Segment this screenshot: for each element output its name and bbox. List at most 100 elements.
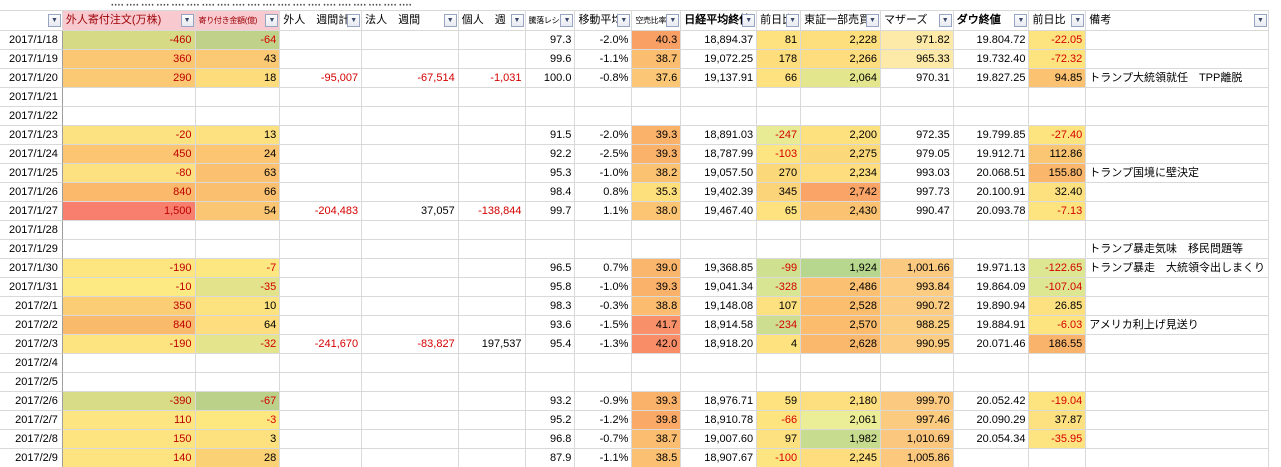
filter-dropdown-icon[interactable]: ▼ [1071, 14, 1084, 27]
cell-nikkei-close[interactable] [681, 240, 757, 259]
cell-karauri-hiritsu[interactable] [632, 221, 681, 240]
filter-dropdown-icon[interactable]: ▼ [560, 14, 573, 27]
cell-kojin-week[interactable] [459, 411, 526, 430]
cell-biko[interactable]: トランプ暴走 大統領令出しまくり [1086, 259, 1269, 278]
cell-karauri-hiritsu[interactable] [632, 107, 681, 126]
cell-dow-close[interactable]: 20.054.34 [954, 430, 1030, 449]
cell-biko[interactable]: トランプ暴走気味 移民問題等 [1086, 240, 1269, 259]
cell-karauri-hiritsu[interactable]: 39.0 [632, 259, 681, 278]
cell-idou-heikin[interactable] [575, 88, 632, 107]
cell-date[interactable]: 2017/2/6 [0, 392, 63, 411]
cell-yoritsuke-gaku[interactable] [196, 240, 281, 259]
cell-biko[interactable] [1086, 126, 1269, 145]
cell-yoritsuke-gaku[interactable]: 18 [196, 69, 281, 88]
cell-karauri-hiritsu[interactable]: 40.3 [632, 31, 681, 50]
cell-tosho-uribai[interactable]: 1,924 [801, 259, 881, 278]
cell-kojin-week[interactable] [459, 259, 526, 278]
cell-dow-close[interactable]: 20.093.78 [954, 202, 1030, 221]
cell-nikkei-close[interactable]: 19,402.39 [681, 183, 757, 202]
cell-nikkei-close[interactable]: 19,057.50 [681, 164, 757, 183]
cell-toraku-ratio[interactable]: 87.9 [526, 449, 576, 467]
cell-toraku-ratio[interactable]: 91.5 [526, 126, 576, 145]
cell-gaijin-week[interactable] [280, 278, 362, 297]
cell-date[interactable]: 2017/1/31 [0, 278, 63, 297]
cell-mothers[interactable]: 979.05 [881, 145, 954, 164]
cell-hojin-week[interactable]: -83,827 [362, 335, 459, 354]
cell-yoritsuke-gaku[interactable]: 43 [196, 50, 281, 69]
cell-toraku-ratio[interactable] [526, 240, 576, 259]
cell-kojin-week[interactable]: 197,537 [459, 335, 526, 354]
cell-gaijin-week[interactable] [280, 354, 362, 373]
cell-tosho-uribai[interactable]: 2,275 [801, 145, 881, 164]
filter-dropdown-icon[interactable]: ▼ [617, 14, 630, 27]
cell-karauri-hiritsu[interactable]: 38.2 [632, 164, 681, 183]
cell-nikkei-zenjitsuhi[interactable] [757, 88, 801, 107]
cell-hojin-week[interactable]: 37,057 [362, 202, 459, 221]
cell-yoritsuke-gaku[interactable]: -3 [196, 411, 281, 430]
column-header-gaijin-chumon[interactable]: 外人寄付注文(万株)▼ [63, 10, 196, 31]
cell-biko[interactable] [1086, 373, 1269, 392]
cell-hojin-week[interactable] [362, 297, 459, 316]
cell-mothers[interactable] [881, 373, 954, 392]
cell-idou-heikin[interactable] [575, 354, 632, 373]
cell-hojin-week[interactable] [362, 31, 459, 50]
cell-dow-close[interactable]: 19.884.91 [954, 316, 1030, 335]
cell-nikkei-close[interactable] [681, 88, 757, 107]
cell-gaijin-chumon[interactable] [63, 221, 196, 240]
cell-nikkei-zenjitsuhi[interactable]: -247 [757, 126, 801, 145]
cell-dow-zenjitsuhi[interactable]: -72.32 [1029, 50, 1086, 69]
cell-dow-close[interactable]: 19.799.85 [954, 126, 1030, 145]
cell-toraku-ratio[interactable] [526, 221, 576, 240]
cell-tosho-uribai[interactable]: 2,570 [801, 316, 881, 335]
cell-hojin-week[interactable] [362, 183, 459, 202]
cell-yoritsuke-gaku[interactable]: 28 [196, 449, 281, 467]
cell-karauri-hiritsu[interactable]: 39.3 [632, 392, 681, 411]
cell-gaijin-week[interactable] [280, 411, 362, 430]
cell-hojin-week[interactable] [362, 430, 459, 449]
cell-dow-zenjitsuhi[interactable]: -122.65 [1029, 259, 1086, 278]
cell-tosho-uribai[interactable]: 2,200 [801, 126, 881, 145]
cell-nikkei-zenjitsuhi[interactable]: -234 [757, 316, 801, 335]
cell-idou-heikin[interactable]: -0.3% [575, 297, 632, 316]
cell-idou-heikin[interactable]: -1.5% [575, 316, 632, 335]
cell-idou-heikin[interactable] [575, 221, 632, 240]
cell-biko[interactable] [1086, 221, 1269, 240]
cell-nikkei-zenjitsuhi[interactable] [757, 240, 801, 259]
cell-date[interactable]: 2017/2/2 [0, 316, 63, 335]
cell-dow-zenjitsuhi[interactable]: -35.95 [1029, 430, 1086, 449]
cell-tosho-uribai[interactable]: 2,064 [801, 69, 881, 88]
cell-gaijin-chumon[interactable]: -80 [63, 164, 196, 183]
cell-date[interactable]: 2017/1/21 [0, 88, 63, 107]
cell-kojin-week[interactable] [459, 373, 526, 392]
cell-idou-heikin[interactable]: -0.8% [575, 69, 632, 88]
cell-dow-close[interactable] [954, 88, 1030, 107]
filter-dropdown-icon[interactable]: ▼ [1254, 14, 1267, 27]
column-header-hojin-week[interactable]: 法人 週間▼ [362, 10, 459, 31]
cell-dow-zenjitsuhi[interactable] [1029, 449, 1086, 467]
cell-toraku-ratio[interactable] [526, 107, 576, 126]
cell-date[interactable]: 2017/1/28 [0, 221, 63, 240]
cell-nikkei-close[interactable] [681, 373, 757, 392]
cell-yoritsuke-gaku[interactable] [196, 373, 281, 392]
cell-hojin-week[interactable]: -67,514 [362, 69, 459, 88]
cell-date[interactable]: 2017/2/3 [0, 335, 63, 354]
cell-biko[interactable]: トランプ大統領就任 TPP離脱 [1086, 69, 1269, 88]
cell-yoritsuke-gaku[interactable]: -67 [196, 392, 281, 411]
cell-tosho-uribai[interactable]: 2,061 [801, 411, 881, 430]
cell-nikkei-zenjitsuhi[interactable] [757, 373, 801, 392]
cell-mothers[interactable] [881, 354, 954, 373]
cell-biko[interactable] [1086, 50, 1269, 69]
cell-date[interactable]: 2017/1/30 [0, 259, 63, 278]
cell-kojin-week[interactable] [459, 430, 526, 449]
cell-tosho-uribai[interactable]: 1,982 [801, 430, 881, 449]
filter-dropdown-icon[interactable]: ▼ [939, 14, 952, 27]
cell-kojin-week[interactable] [459, 449, 526, 467]
cell-gaijin-chumon[interactable]: -390 [63, 392, 196, 411]
cell-toraku-ratio[interactable]: 92.2 [526, 145, 576, 164]
cell-toraku-ratio[interactable]: 98.4 [526, 183, 576, 202]
cell-tosho-uribai[interactable] [801, 107, 881, 126]
cell-kojin-week[interactable] [459, 316, 526, 335]
cell-toraku-ratio[interactable] [526, 354, 576, 373]
cell-toraku-ratio[interactable]: 93.6 [526, 316, 576, 335]
cell-gaijin-chumon[interactable]: -10 [63, 278, 196, 297]
